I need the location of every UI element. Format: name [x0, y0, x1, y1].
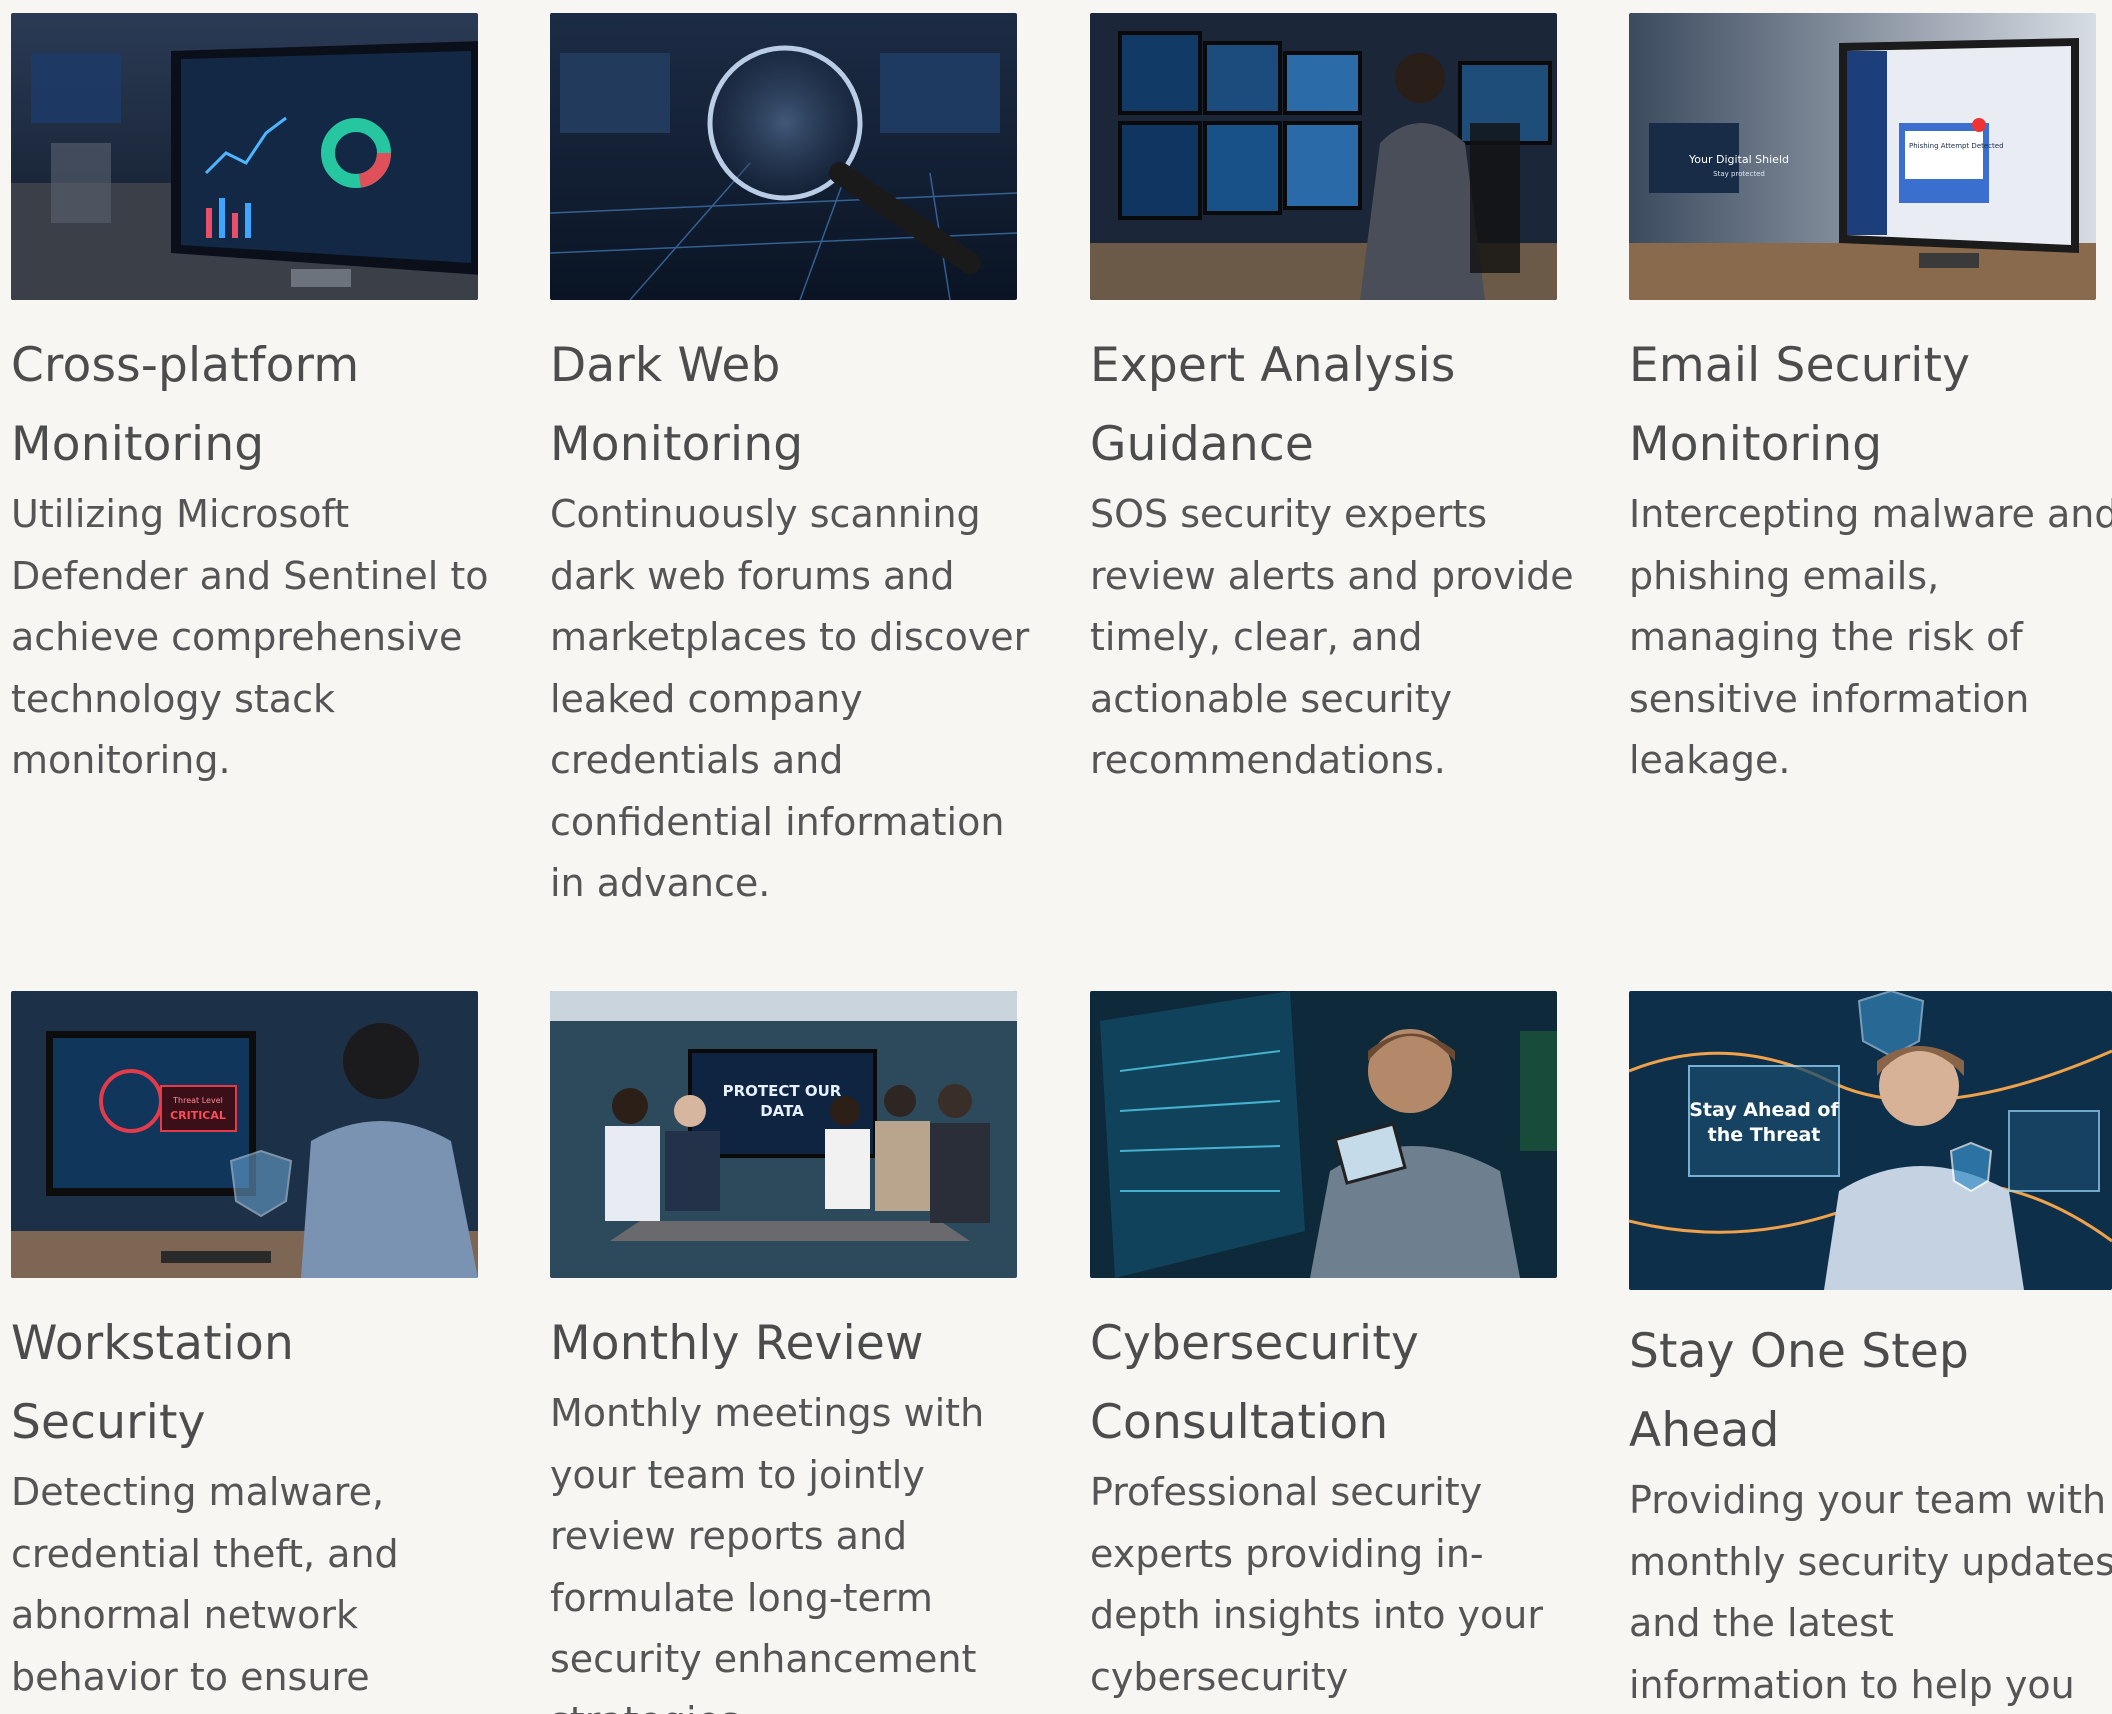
card-title: Expert Analysis Guidance: [1090, 338, 1456, 472]
card-title: Dark Web Monitoring: [550, 338, 804, 472]
card-description: Detecting malware, credential theft, and…: [11, 1470, 399, 1699]
photo-caption-shield: Your Digital Shield: [1688, 153, 1789, 166]
photo-caption-data: DATA: [760, 1102, 804, 1120]
workstation-critical-alert-photo: Threat Level CRITICAL: [11, 991, 478, 1278]
card-description: Monthly meetings with your team to joint…: [550, 1391, 985, 1714]
magnifying-glass-data-photo: [550, 13, 1017, 300]
consultant-tablet-photo: [1090, 991, 1557, 1278]
phishing-alert-monitor-photo: Your Digital Shield Stay protected Phish…: [1629, 13, 2096, 300]
service-card: PROTECT OUR DATA Monthly Review Monthly …: [550, 991, 1040, 1714]
services-grid: Cross-platform Monitoring Utilizing Micr…: [0, 0, 2112, 1714]
card-title: Cybersecurity Consultation: [1090, 1316, 1419, 1450]
photo-caption-threat-line: the Threat: [1708, 1124, 1821, 1146]
security-dashboard-monitor-photo: [11, 13, 478, 300]
card-description: Intercepting malware and phishing emails…: [1629, 492, 2112, 782]
service-card: Stay Ahead of the Threat Stay One Step A…: [1629, 991, 2112, 1714]
photo-caption-critical: CRITICAL: [170, 1109, 226, 1122]
card-description: Professional security experts providing …: [1090, 1470, 1543, 1699]
photo-caption-phishing: Phishing Attempt Detected: [1909, 142, 2004, 150]
service-card: Cross-platform Monitoring Utilizing Micr…: [11, 13, 501, 792]
service-card: Threat Level CRITICAL Workstation Securi…: [11, 991, 501, 1714]
photo-caption-stay-ahead: Stay Ahead of: [1689, 1099, 1839, 1121]
service-card: Dark Web Monitoring Continuously scannin…: [550, 13, 1040, 915]
card-title: Email Security Monitoring: [1629, 338, 1971, 472]
card-description: SOS security experts review alerts and p…: [1090, 492, 1574, 782]
service-card: Your Digital Shield Stay protected Phish…: [1629, 13, 2112, 792]
service-card: Cybersecurity Consultation Professional …: [1090, 991, 1580, 1714]
card-title: Workstation Security: [11, 1316, 294, 1450]
photo-caption-protected: Stay protected: [1713, 170, 1765, 178]
card-title: Stay One Step Ahead: [1629, 1324, 1970, 1458]
photo-caption-threat: Threat Level: [172, 1096, 223, 1105]
photo-caption-protect: PROTECT OUR: [723, 1082, 842, 1100]
service-card: Expert Analysis Guidance SOS security ex…: [1090, 13, 1580, 792]
card-description: Utilizing Microsoft Defender and Sentine…: [11, 492, 489, 782]
stay-ahead-hologram-photo: Stay Ahead of the Threat: [1629, 991, 2112, 1290]
card-title: Cross-platform Monitoring: [11, 338, 360, 472]
team-meeting-photo: PROTECT OUR DATA: [550, 991, 1017, 1278]
card-description: Continuously scanning dark web forums an…: [550, 492, 1030, 905]
analyst-multi-monitor-photo: [1090, 13, 1557, 300]
card-description: Providing your team with monthly securit…: [1629, 1478, 2112, 1707]
card-title: Monthly Review: [550, 1316, 924, 1371]
